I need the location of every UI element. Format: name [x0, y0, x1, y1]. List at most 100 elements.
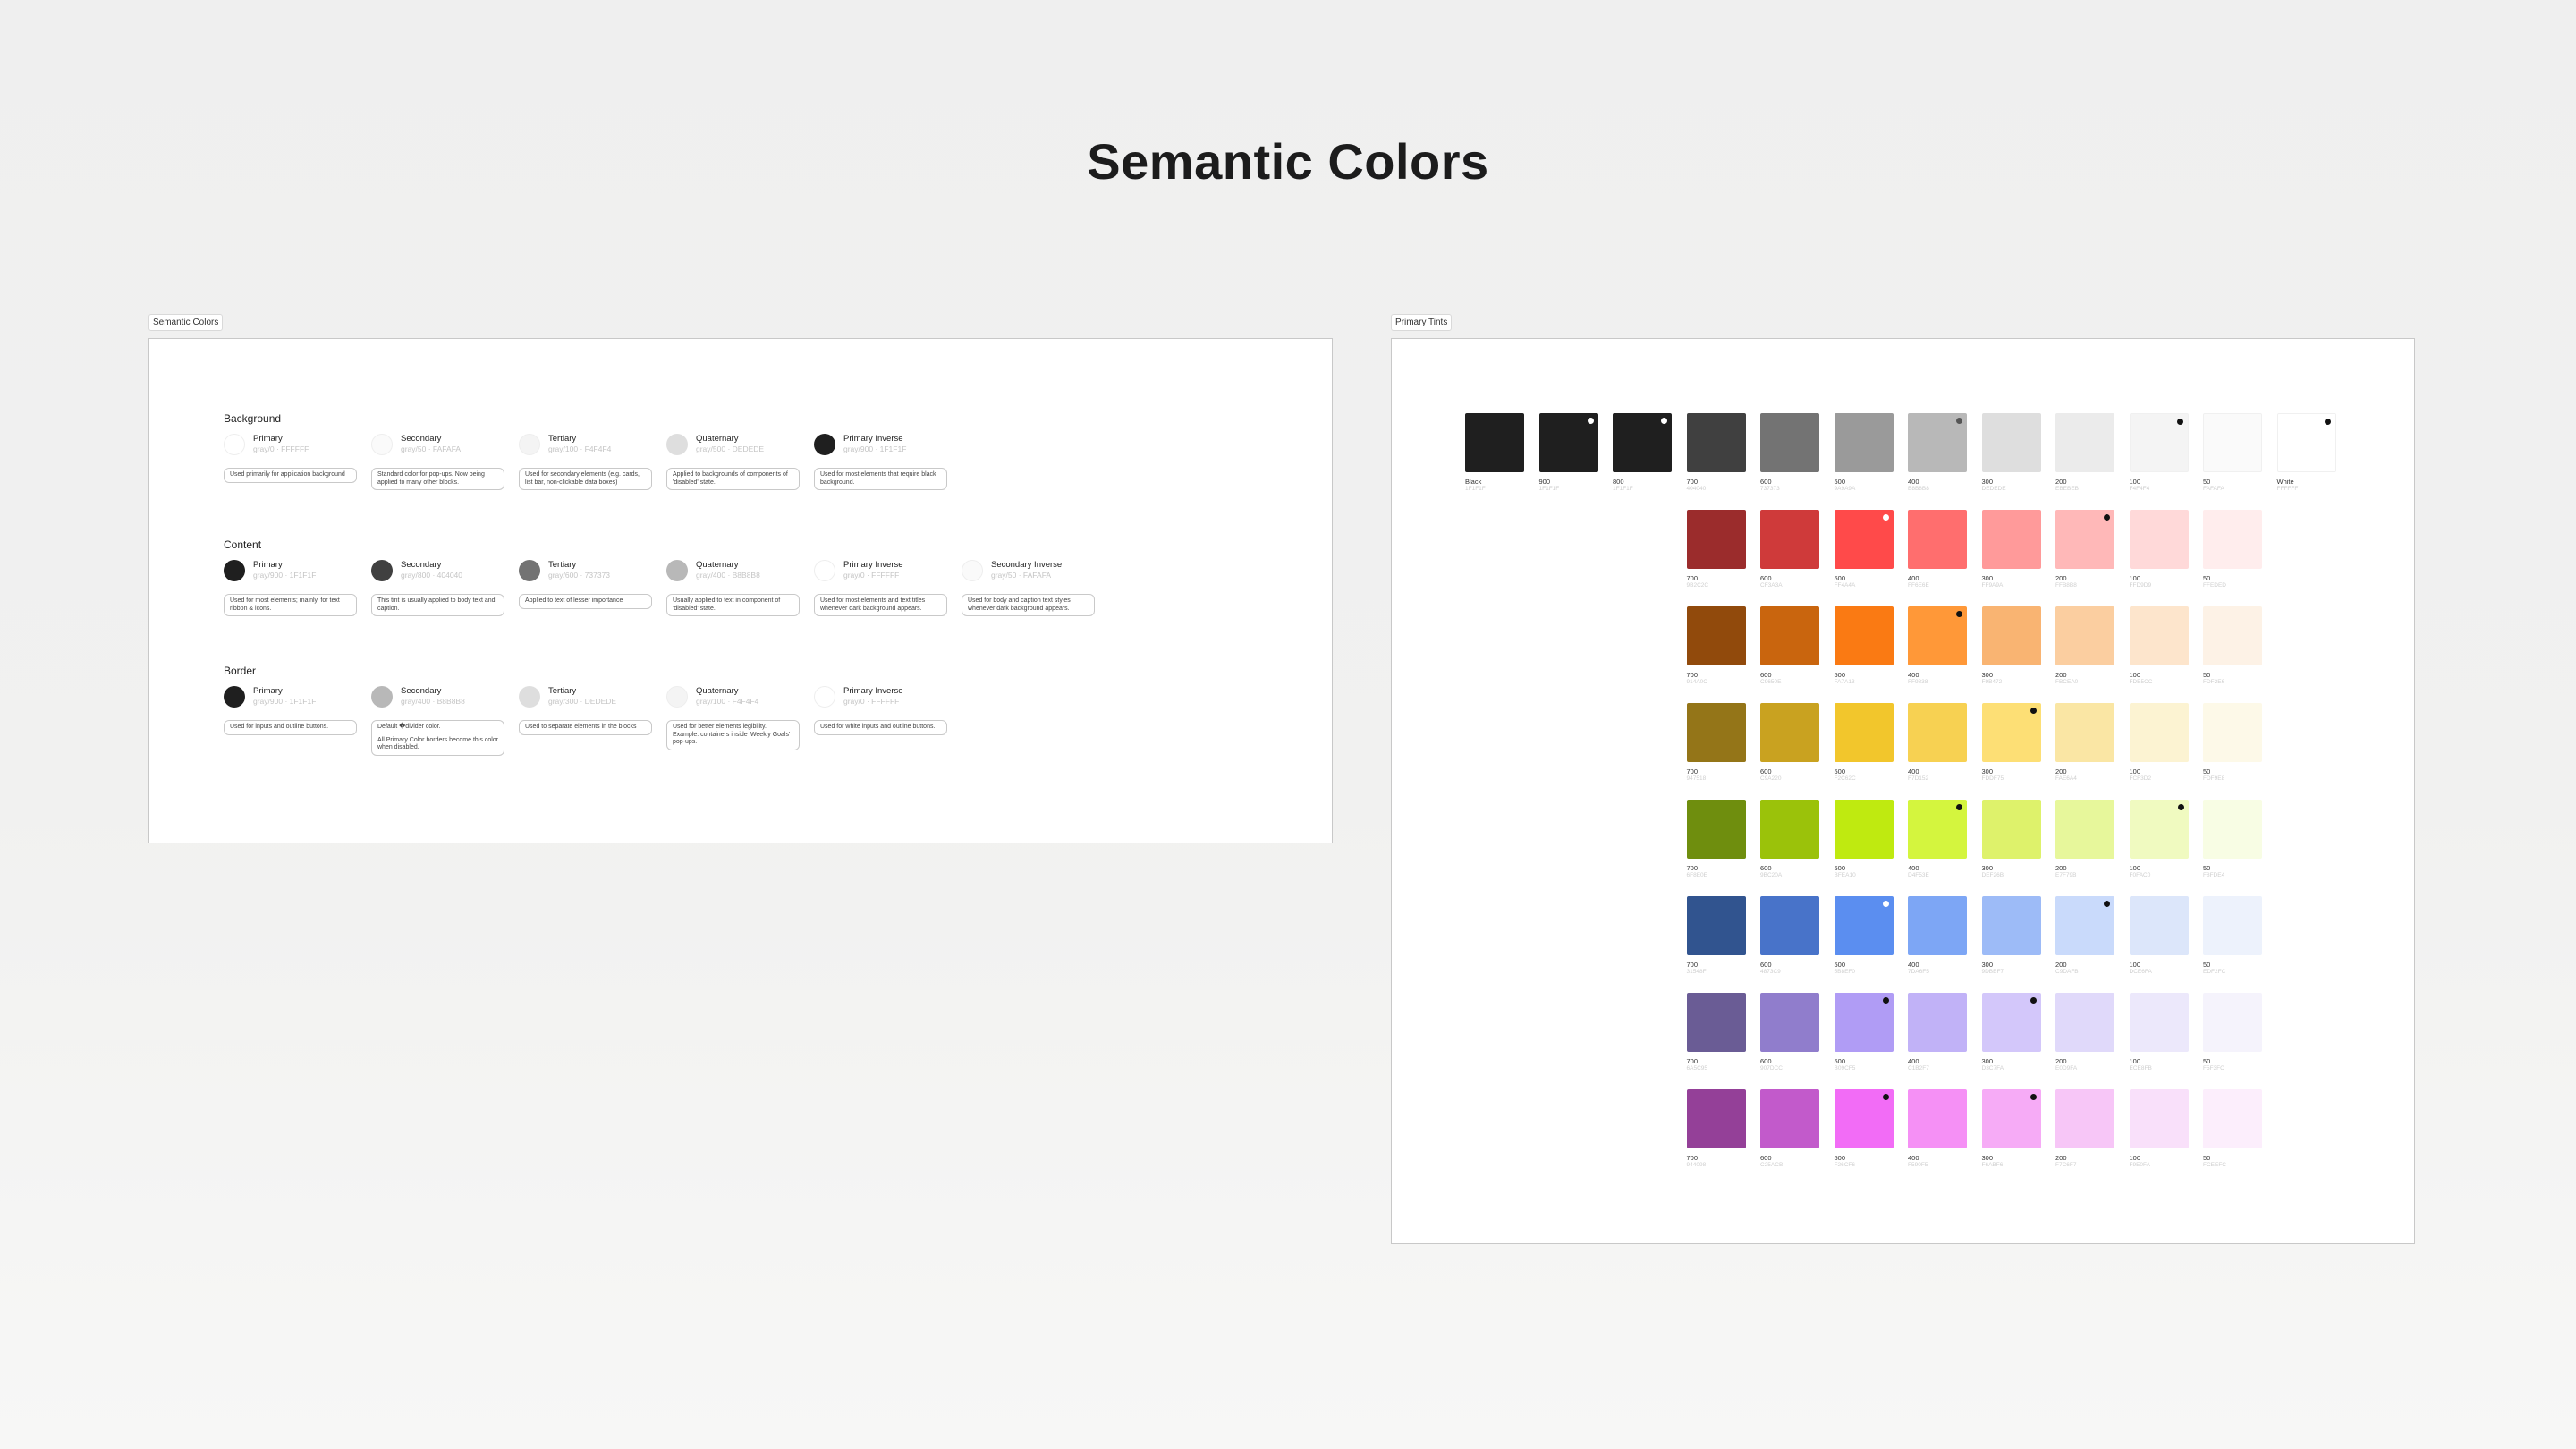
color-tile[interactable] [2055, 510, 2114, 569]
color-tile[interactable] [1760, 703, 1819, 762]
color-tile[interactable] [1686, 993, 1746, 1052]
color-tile[interactable] [2129, 606, 2189, 665]
tile-name: 100 [2129, 574, 2141, 582]
color-swatch [666, 686, 688, 708]
color-tile[interactable] [2129, 1089, 2189, 1148]
color-tile[interactable] [1760, 896, 1819, 955]
color-tile[interactable] [1760, 800, 1819, 859]
tile-name: 700 [1686, 1154, 1699, 1162]
description-text: Applied to text of lesser importance [525, 597, 623, 604]
description-text: Used for most elements; mainly, for text… [230, 597, 340, 612]
color-tile[interactable] [2276, 413, 2336, 472]
color-tile[interactable] [1981, 510, 2041, 569]
color-tile[interactable] [1981, 606, 2041, 665]
color-tile[interactable] [2203, 896, 2262, 955]
token-description: Used primarily for application backgroun… [224, 468, 357, 483]
color-tile[interactable] [2129, 413, 2189, 472]
color-tile[interactable] [1981, 896, 2041, 955]
color-tile[interactable] [1465, 413, 1524, 472]
color-tile[interactable] [1686, 1089, 1746, 1148]
color-tile[interactable] [2203, 413, 2262, 472]
color-tile[interactable] [1760, 606, 1819, 665]
color-swatch [519, 434, 540, 455]
description-text: Used for inputs and outline buttons. [230, 724, 329, 730]
color-tile[interactable] [1834, 703, 1894, 762]
tile-name: 200 [2055, 961, 2067, 969]
tile-hex: 1F1F1F [1613, 486, 1633, 492]
tile-name: 50 [2203, 767, 2211, 775]
color-tile[interactable] [1981, 993, 2041, 1052]
color-tile[interactable] [1908, 703, 1967, 762]
color-tile[interactable] [2055, 1089, 2114, 1148]
token-code: gray/800 · 404040 [401, 571, 462, 580]
tile-hex: F4F4F4 [2129, 486, 2150, 492]
color-tile[interactable] [1981, 703, 2041, 762]
color-tile[interactable] [1981, 413, 2041, 472]
selection-dot-icon [2029, 997, 2037, 1004]
color-tile[interactable] [2129, 510, 2189, 569]
color-tile[interactable] [1834, 510, 1894, 569]
color-tile[interactable] [2055, 606, 2114, 665]
color-tile[interactable] [1686, 510, 1746, 569]
color-tile[interactable] [1908, 800, 1967, 859]
color-tile[interactable] [1686, 896, 1746, 955]
tile-hex: FFB8B8 [2055, 582, 2077, 589]
color-tile[interactable] [1834, 993, 1894, 1052]
color-swatch [814, 686, 835, 708]
color-tile[interactable] [2129, 896, 2189, 955]
color-tile[interactable] [2203, 1089, 2262, 1148]
color-tile[interactable] [1760, 413, 1819, 472]
selection-dot-icon [2029, 708, 2037, 714]
color-tile[interactable] [1760, 1089, 1819, 1148]
color-tile[interactable] [1834, 606, 1894, 665]
color-tile[interactable] [1981, 1089, 2041, 1148]
description-note: All Primary Color borders become this co… [377, 736, 498, 751]
color-tile[interactable] [1908, 1089, 1967, 1148]
color-tile[interactable] [1834, 800, 1894, 859]
color-tile[interactable] [2203, 993, 2262, 1052]
color-tile[interactable] [1760, 993, 1819, 1052]
token-description: Used for most elements that require blac… [814, 468, 947, 490]
color-swatch [371, 560, 393, 581]
color-tile[interactable] [2203, 800, 2262, 859]
tile-name: 400 [1908, 767, 1919, 775]
tile-hex: 737373 [1760, 486, 1780, 492]
color-tile[interactable] [2203, 703, 2262, 762]
color-tile[interactable] [1686, 606, 1746, 665]
semantic-frame-label[interactable]: Semantic Colors [148, 314, 224, 331]
token-description: Used for secondary elements (e.g. cards,… [519, 468, 652, 490]
color-tile[interactable] [1834, 1089, 1894, 1148]
color-tile[interactable] [2055, 800, 2114, 859]
color-tile[interactable] [1686, 800, 1746, 859]
color-tile[interactable] [2129, 800, 2189, 859]
tints-frame-label[interactable]: Primary Tints [1391, 314, 1453, 331]
color-tile[interactable] [2055, 896, 2114, 955]
color-tile[interactable] [1538, 413, 1598, 472]
description-text: This tint is usually applied to body tex… [377, 597, 496, 612]
color-tile[interactable] [1908, 606, 1967, 665]
color-tile[interactable] [2055, 413, 2114, 472]
color-tile[interactable] [2203, 510, 2262, 569]
color-tile[interactable] [2055, 993, 2114, 1052]
color-tile[interactable] [2055, 703, 2114, 762]
color-tile[interactable] [1908, 896, 1967, 955]
tile-hex: 9A9A9A [1834, 486, 1856, 492]
color-tile[interactable] [1834, 413, 1894, 472]
tile-name: 100 [2129, 1154, 2141, 1162]
tile-hex: C9DAFB [2055, 969, 2079, 975]
color-tile[interactable] [2129, 993, 2189, 1052]
color-tile[interactable] [1834, 896, 1894, 955]
color-swatch [519, 560, 540, 581]
color-tile[interactable] [1686, 703, 1746, 762]
color-tile[interactable] [2203, 606, 2262, 665]
color-tile[interactable] [1686, 413, 1746, 472]
description-text: Used for white inputs and outline button… [820, 724, 936, 730]
color-tile[interactable] [1981, 800, 2041, 859]
color-tile[interactable] [1908, 993, 1967, 1052]
color-tile[interactable] [1613, 413, 1672, 472]
color-tile[interactable] [1760, 510, 1819, 569]
color-tile[interactable] [1908, 510, 1967, 569]
tile-hex: 9DBBF7 [1981, 969, 2004, 975]
color-tile[interactable] [1908, 413, 1967, 472]
color-tile[interactable] [2129, 703, 2189, 762]
